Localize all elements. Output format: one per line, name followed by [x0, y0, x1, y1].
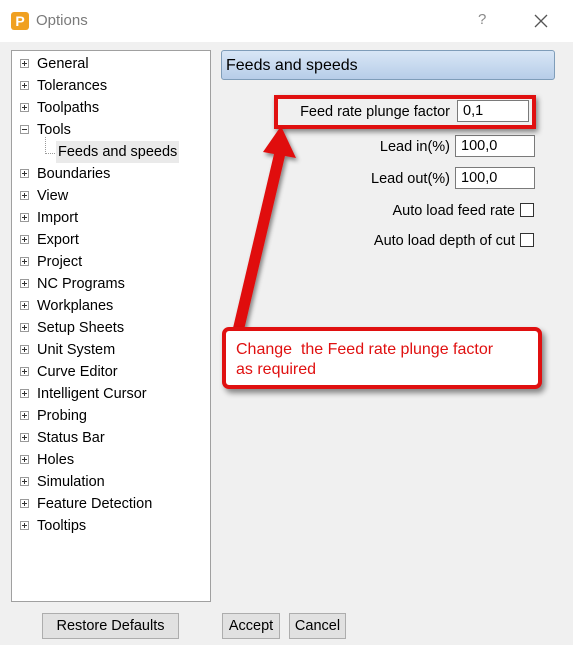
- cancel-button[interactable]: Cancel: [289, 613, 346, 639]
- tree-connector: [45, 153, 55, 154]
- tree-item-label: Project: [37, 254, 83, 270]
- highlight-box: [274, 95, 536, 129]
- tree-item-label: Probing: [37, 408, 87, 424]
- options-tree[interactable]: General Tolerances Toolpaths Tools Feeds…: [11, 50, 211, 602]
- expand-icon[interactable]: [20, 433, 29, 442]
- expand-icon[interactable]: [20, 499, 29, 508]
- arrow-shape: [233, 126, 296, 330]
- expand-icon[interactable]: [20, 59, 29, 68]
- expand-icon[interactable]: [20, 477, 29, 486]
- annotation-callout: Change the Feed rate plunge factor as re…: [222, 327, 542, 389]
- expand-icon[interactable]: [20, 323, 29, 332]
- tree-item-label: Feature Detection: [37, 496, 153, 512]
- tree-item-label: Tools: [37, 122, 71, 138]
- tree-item-label: NC Programs: [37, 276, 125, 292]
- tree-item-label: Curve Editor: [37, 364, 118, 380]
- app-logo-icon: P: [11, 12, 29, 30]
- expand-icon[interactable]: [20, 521, 29, 530]
- tree-connector: [45, 137, 46, 154]
- title-bar: P Options ?: [0, 0, 573, 42]
- tree-item-label: Workplanes: [37, 298, 114, 314]
- section-title: Feeds and speeds: [226, 57, 358, 74]
- expand-icon[interactable]: [20, 411, 29, 420]
- auto-load-depth-of-cut-checkbox[interactable]: [520, 233, 534, 247]
- annotation-text: Change the Feed rate plunge factor as re…: [236, 341, 494, 378]
- lead-out-input[interactable]: [455, 167, 535, 189]
- expand-icon[interactable]: [20, 455, 29, 464]
- restore-defaults-button[interactable]: Restore Defaults: [42, 613, 179, 639]
- expand-icon[interactable]: [20, 191, 29, 200]
- tree-item-label: Setup Sheets: [37, 320, 125, 336]
- close-icon: [534, 14, 548, 28]
- expand-icon[interactable]: [20, 213, 29, 222]
- tree-item-label: Status Bar: [37, 430, 105, 446]
- help-button[interactable]: ?: [478, 11, 486, 28]
- window-title: Options: [36, 12, 88, 29]
- tree-item-label: Import: [37, 210, 79, 226]
- expand-icon[interactable]: [20, 257, 29, 266]
- tree-item-label: Tolerances: [37, 78, 108, 94]
- lead-in-input[interactable]: [455, 135, 535, 157]
- expand-icon[interactable]: [20, 169, 29, 178]
- section-header: Feeds and speeds: [221, 50, 555, 80]
- lead-out-label: Lead out(%): [371, 171, 450, 187]
- expand-icon[interactable]: [20, 235, 29, 244]
- collapse-icon[interactable]: [20, 125, 29, 134]
- expand-icon[interactable]: [20, 389, 29, 398]
- tree-item-label: Toolpaths: [37, 100, 100, 116]
- expand-icon[interactable]: [20, 367, 29, 376]
- auto-load-feed-rate-label: Auto load feed rate: [392, 203, 515, 219]
- auto-load-feed-rate-checkbox[interactable]: [520, 203, 534, 217]
- tree-item-label: Holes: [37, 452, 75, 468]
- lead-in-label: Lead in(%): [379, 139, 450, 155]
- tree-item-label: Simulation: [37, 474, 105, 490]
- tree-item-label: Intelligent Cursor: [37, 386, 147, 402]
- tree-item-label: Unit System: [37, 342, 116, 358]
- expand-icon[interactable]: [20, 81, 29, 90]
- expand-icon[interactable]: [20, 279, 29, 288]
- close-button[interactable]: [526, 6, 556, 36]
- tree-item-label: Boundaries: [37, 166, 111, 182]
- expand-icon[interactable]: [20, 301, 29, 310]
- auto-load-depth-of-cut-label: Auto load depth of cut: [373, 233, 515, 249]
- tree-item-label: View: [37, 188, 69, 204]
- tree-item-label: General: [37, 56, 89, 72]
- expand-icon[interactable]: [20, 345, 29, 354]
- expand-icon[interactable]: [20, 103, 29, 112]
- tree-item-label: Tooltips: [37, 518, 87, 534]
- tree-item-label: Export: [37, 232, 79, 248]
- tree-item-label: Feeds and speeds: [56, 141, 180, 163]
- accept-button[interactable]: Accept: [222, 613, 280, 639]
